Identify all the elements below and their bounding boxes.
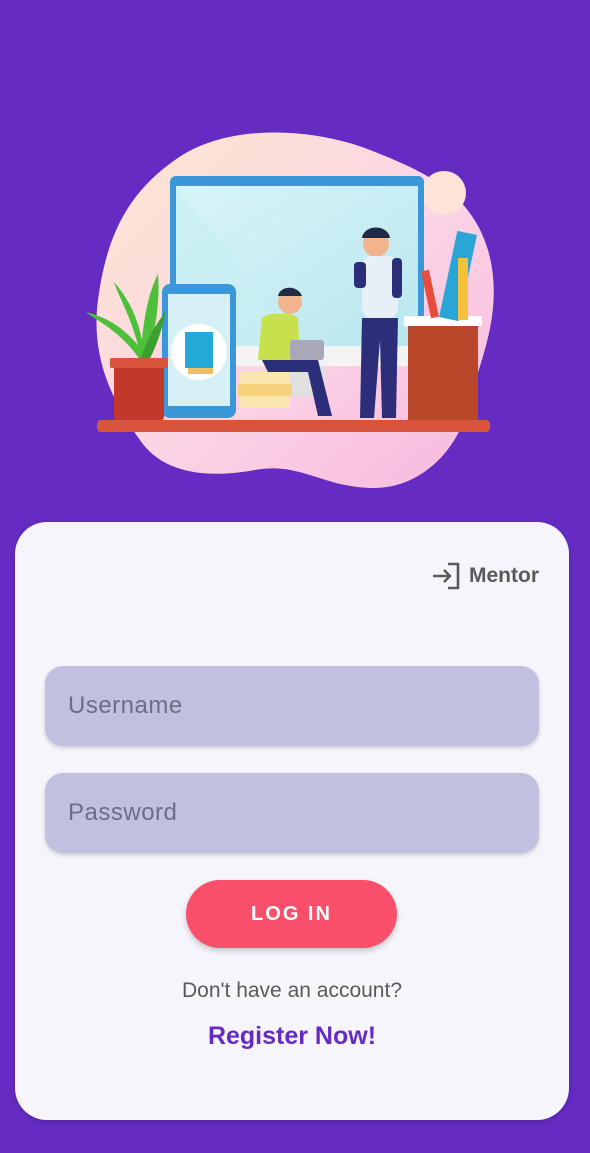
hero-illustration	[0, 0, 590, 522]
login-card: Mentor LOG IN Don't have an account? Reg…	[15, 522, 569, 1120]
study-workspace-illustration	[86, 132, 494, 489]
plant-pot	[114, 360, 164, 420]
mentor-login-link[interactable]: Mentor	[431, 562, 539, 590]
desk-shelf	[97, 420, 490, 432]
small-blob	[422, 171, 466, 215]
pencil-cup	[408, 320, 478, 420]
no-account-text: Don't have an account?	[182, 979, 402, 1002]
login-arrow-icon	[433, 562, 460, 590]
username-field[interactable]	[45, 666, 539, 746]
password-field[interactable]	[45, 773, 539, 853]
login-button[interactable]: LOG IN	[186, 880, 397, 948]
mentor-label: Mentor	[469, 564, 539, 587]
register-link[interactable]: Register Now!	[15, 1022, 569, 1051]
